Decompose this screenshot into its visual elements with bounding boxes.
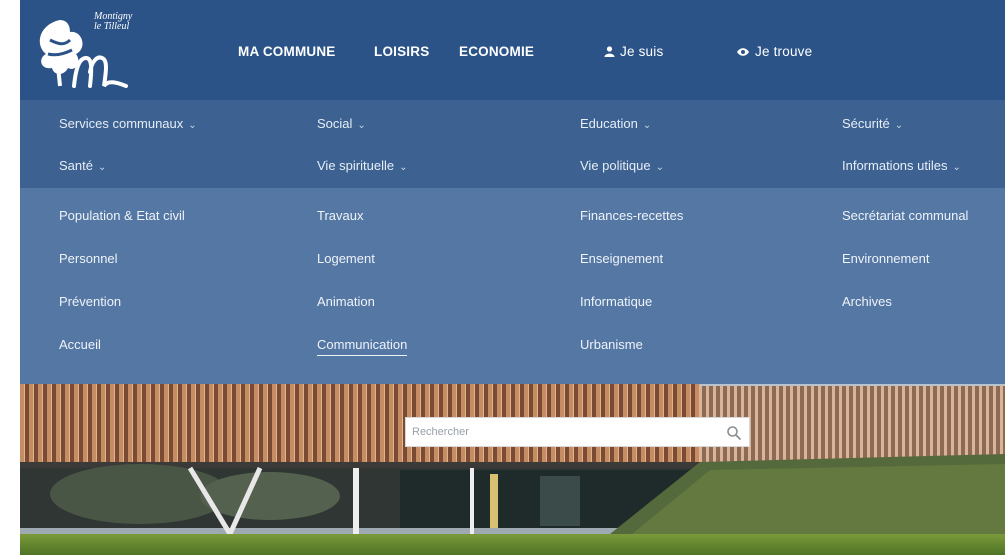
submenu-item[interactable]: Prévention — [59, 294, 121, 309]
chevron-down-icon: ⌄ — [655, 162, 664, 173]
category-vie-politique[interactable]: Vie politique ⌄ — [580, 158, 664, 173]
chevron-down-icon: ⌄ — [894, 120, 904, 131]
chevron-down-icon: ⌄ — [357, 120, 366, 131]
building-photo — [20, 384, 1005, 555]
search-box — [405, 417, 750, 447]
category-informations-utiles[interactable]: Informations utiles ⌄ — [842, 158, 961, 173]
category-label: Informations utiles — [842, 158, 948, 173]
submenu-item[interactable]: Accueil — [59, 337, 101, 352]
eye-icon — [736, 45, 750, 60]
nav-je-trouve-label: Je trouve — [755, 44, 813, 59]
category-social[interactable]: Social ⌄ — [317, 116, 366, 131]
category-label: Sécurité — [842, 116, 890, 131]
category-label: Vie spirituelle — [317, 158, 395, 173]
category-vie-spirituelle[interactable]: Vie spirituelle ⌄ — [317, 158, 407, 173]
category-securite[interactable]: Sécurité ⌄ — [842, 116, 903, 131]
submenu-item[interactable]: Secrétariat communal — [842, 208, 968, 223]
category-label: Education — [580, 116, 638, 131]
category-label: Services communaux — [59, 116, 184, 131]
site-frame: Montigny le Tilleul MA COMMUNE LOISIRS E… — [20, 0, 1005, 555]
hero-image — [20, 384, 1005, 555]
submenu-item[interactable]: Personnel — [59, 251, 118, 266]
search-button[interactable] — [725, 424, 743, 442]
user-icon — [604, 45, 615, 60]
submenu-item[interactable]: Archives — [842, 294, 892, 309]
submenu-item[interactable]: Urbanisme — [580, 337, 643, 352]
search-icon — [727, 426, 741, 440]
category-label: Social — [317, 116, 353, 131]
category-education[interactable]: Education ⌄ — [580, 116, 651, 131]
logo-line-2: le Tilleul — [94, 21, 130, 32]
chevron-down-icon: ⌄ — [952, 162, 961, 173]
submenu-item[interactable]: Animation — [317, 294, 375, 309]
search-input[interactable] — [406, 418, 716, 446]
chevron-down-icon: ⌄ — [399, 162, 408, 173]
category-label: Santé — [59, 158, 93, 173]
site-header: Montigny le Tilleul MA COMMUNE LOISIRS E… — [20, 0, 1005, 100]
main-nav: MA COMMUNE LOISIRS ECONOMIE Je suis Je t… — [20, 44, 1005, 64]
submenu-item[interactable]: Enseignement — [580, 251, 663, 266]
submenu-item[interactable]: Environnement — [842, 251, 929, 266]
nav-economie[interactable]: ECONOMIE — [459, 44, 534, 59]
nav-je-suis-label: Je suis — [620, 44, 664, 59]
category-services-communaux[interactable]: Services communaux ⌄ — [59, 116, 197, 131]
chevron-down-icon: ⌄ — [188, 120, 197, 131]
nav-je-trouve[interactable]: Je trouve — [736, 44, 812, 60]
category-menu: Services communaux ⌄ Social ⌄ Education ⌄ S… — [20, 100, 1005, 188]
nav-ma-commune[interactable]: MA COMMUNE — [238, 44, 336, 59]
submenu-item-active[interactable]: Communication — [317, 337, 408, 356]
nav-loisirs[interactable]: LOISIRS — [374, 44, 429, 59]
category-label: Vie politique — [580, 158, 651, 173]
chevron-down-icon: ⌄ — [642, 120, 652, 131]
submenu-item[interactable]: Informatique — [580, 294, 652, 309]
submenu-item[interactable]: Travaux — [317, 208, 363, 223]
logo-text: Montigny le Tilleul — [94, 12, 154, 32]
submenu-item[interactable]: Logement — [317, 251, 375, 266]
chevron-down-icon: ⌄ — [97, 162, 107, 173]
submenu-item[interactable]: Finances-recettes — [580, 208, 683, 223]
nav-je-suis[interactable]: Je suis — [604, 44, 663, 60]
submenu-item[interactable]: Population & Etat civil — [59, 208, 185, 223]
submenu-panel: Population & Etat civil Personnel Préven… — [20, 188, 1005, 384]
category-sante[interactable]: Santé ⌄ — [59, 158, 106, 173]
